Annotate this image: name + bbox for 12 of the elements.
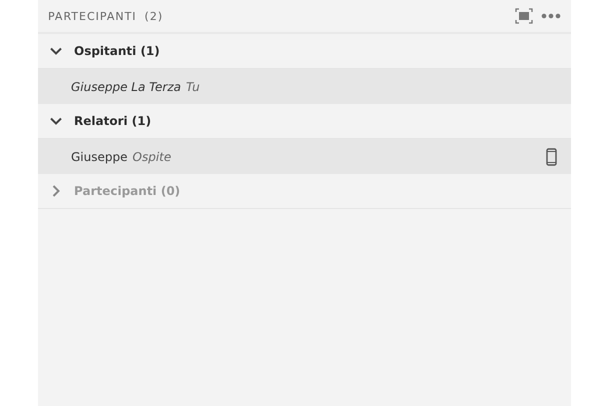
chevron-down-icon[interactable] bbox=[50, 115, 62, 127]
participant-role: Tu bbox=[186, 80, 201, 94]
participant-count: (2) bbox=[144, 10, 164, 22]
fullscreen-icon[interactable] bbox=[515, 8, 533, 24]
chevron-down-icon[interactable] bbox=[50, 45, 62, 57]
participant-name: Giuseppe La Terza bbox=[71, 80, 181, 94]
more-icon[interactable] bbox=[541, 13, 561, 19]
participant-name: Giuseppe bbox=[71, 150, 128, 164]
participant-role: Ospite bbox=[132, 150, 172, 164]
participant-row[interactable]: Giuseppe La Terza Tu bbox=[38, 69, 571, 104]
panel-title: PARTECIPANTI bbox=[48, 10, 137, 22]
participant-row[interactable]: Giuseppe Ospite bbox=[38, 139, 571, 174]
